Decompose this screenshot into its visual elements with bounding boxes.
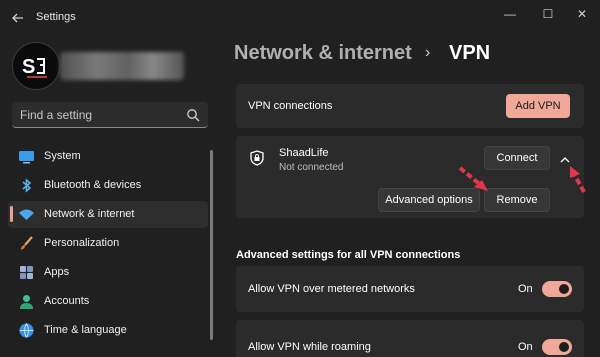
search-box[interactable] [12,102,208,128]
advanced-settings-heading: Advanced settings for all VPN connection… [236,249,461,261]
apps-icon [18,264,35,281]
wifi-icon [18,206,35,223]
metered-networks-toggle[interactable] [542,281,572,297]
setting-row: Allow VPN over metered networks On [236,266,584,312]
search-input[interactable] [20,106,180,124]
maximize-button[interactable]: ☐ [532,4,564,24]
sidebar-scrollbar[interactable] [210,150,213,340]
vpn-name: ShaadLife [279,147,329,159]
shield-icon [250,150,264,166]
sidebar-item-label: Time & language [44,324,127,336]
sidebar-item-label: System [44,150,81,162]
toggle-state-label: On [518,283,533,295]
avatar[interactable]: S [12,42,60,90]
chevron-right-icon: › [425,44,431,61]
vpn-connections-card: VPN connections Add VPN [236,84,584,128]
vpn-entry-card: ShaadLife Not connected Connect Advanced… [236,136,584,218]
setting-label: Allow VPN while roaming [248,341,371,353]
back-arrow-icon[interactable] [8,8,28,28]
setting-row: Allow VPN while roaming On [236,320,584,357]
vpn-connections-label: VPN connections [248,100,333,112]
brush-icon [18,235,35,252]
sidebar-item-label: Accounts [44,295,90,307]
globe-icon [18,322,35,339]
breadcrumb-parent[interactable]: Network & internet [234,42,412,65]
add-vpn-button[interactable]: Add VPN [506,94,570,118]
setting-label: Allow VPN over metered networks [248,283,415,295]
sidebar-item-label: Personalization [44,237,120,249]
sidebar-item-personalization[interactable]: Personalization [8,230,208,257]
page-title: VPN [449,42,491,64]
sidebar-item-bluetooth[interactable]: Bluetooth & devices [8,172,208,199]
sidebar-item-label: Apps [44,266,70,278]
annotation-arrow-icon [458,166,488,191]
toggle-knob [559,284,569,294]
svg-text:S: S [22,56,35,78]
minimize-button[interactable]: — [494,4,526,24]
sidebar-item-time-language[interactable]: Time & language [8,317,208,344]
sidebar-item-label: Network & internet [44,208,135,220]
person-icon [18,293,35,310]
search-icon[interactable] [186,108,200,122]
profile-name-redacted [60,52,184,80]
close-button[interactable]: ✕ [566,4,598,24]
toggle-state-label: On [518,341,533,353]
sidebar-item-apps[interactable]: Apps [8,259,208,286]
sidebar-item-accounts[interactable]: Accounts [8,288,208,315]
sidebar-item-network[interactable]: Network & internet [8,201,208,228]
roaming-toggle[interactable] [542,339,572,355]
annotation-arrow-icon [570,166,586,193]
app-title: Settings [36,11,76,23]
bluetooth-icon [18,177,35,194]
sidebar-item-label: Bluetooth & devices [44,179,142,191]
sidebar-item-system[interactable]: System [8,143,208,170]
toggle-knob [559,342,569,352]
selection-indicator [10,206,13,222]
monitor-icon [18,148,35,165]
vpn-status: Not connected [279,162,344,173]
